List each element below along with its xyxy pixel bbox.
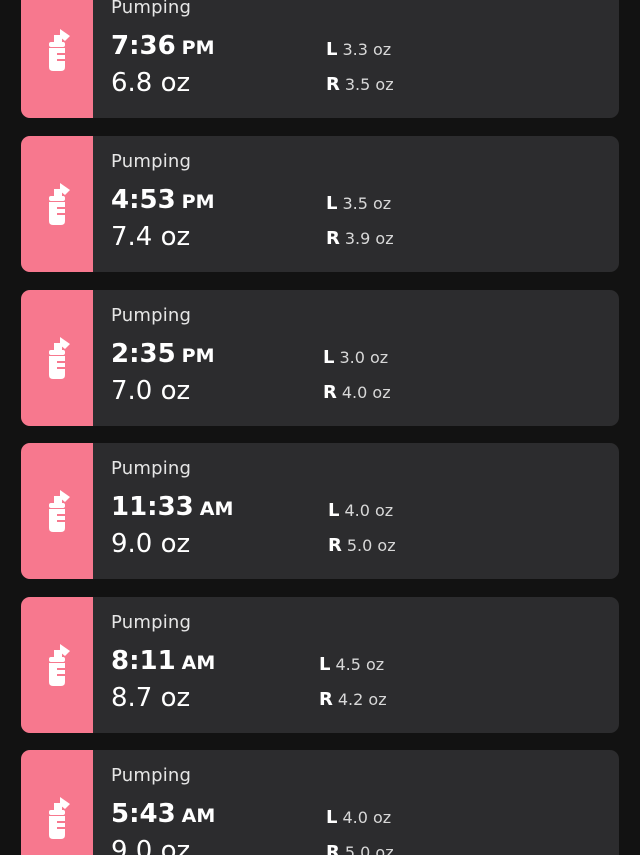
entry-time-meridiem: AM (199, 498, 234, 520)
entry-time-value: 8:11 (111, 646, 176, 676)
entry-total-volume: 7.0 oz (111, 376, 191, 406)
entry-time-meridiem: PM (181, 37, 215, 59)
entry-icon-panel (21, 136, 93, 272)
left-side-value: 4.5 oz (335, 655, 385, 674)
left-side-value: 3.0 oz (339, 348, 389, 367)
entry-type-label: Pumping (111, 765, 192, 786)
left-side-volume: L 4.5 oz (319, 654, 384, 675)
right-side-value: 5.0 oz (344, 843, 394, 855)
entry-total-volume: 6.8 oz (111, 68, 191, 98)
pumping-entry-card[interactable]: Pumping 4:53 PM 7.4 oz L 3.5 oz R 3.9 oz (21, 136, 619, 272)
right-side-volume: R 4.2 oz (319, 689, 387, 710)
breast-pump-icon (49, 490, 70, 532)
entry-body: Pumping 5:43 AM 9.0 oz L 4.0 oz R 5.0 oz (93, 750, 619, 855)
entry-time-value: 7:36 (111, 31, 176, 61)
right-side-label: R (328, 535, 342, 556)
entry-time-value: 4:53 (111, 185, 176, 215)
right-side-volume: R 3.9 oz (326, 228, 394, 249)
right-side-label: R (326, 842, 340, 855)
right-side-volume: R 5.0 oz (326, 842, 394, 855)
entry-time-value: 2:35 (111, 339, 176, 369)
right-side-value: 4.0 oz (341, 383, 391, 402)
pumping-log-feed: Pumping 7:36 PM 6.8 oz L 3.3 oz R 3.5 oz Pu… (0, 0, 640, 855)
right-side-label: R (326, 74, 340, 95)
left-side-volume: L 3.3 oz (326, 39, 391, 60)
left-side-value: 4.0 oz (344, 501, 394, 520)
pumping-entry-card[interactable]: Pumping 5:43 AM 9.0 oz L 4.0 oz R 5.0 oz (21, 750, 619, 855)
entry-total-volume: 7.4 oz (111, 222, 191, 252)
entry-icon-panel (21, 0, 93, 118)
entry-icon-panel (21, 597, 93, 733)
entry-time-meridiem: AM (181, 805, 216, 827)
pumping-entry-card[interactable]: Pumping 8:11 AM 8.7 oz L 4.5 oz R 4.2 oz (21, 597, 619, 733)
entry-total-volume: 9.0 oz (111, 529, 191, 559)
entry-icon-panel (21, 443, 93, 579)
entry-time: 5:43 AM (111, 799, 215, 829)
entry-time: 2:35 PM (111, 339, 215, 369)
entry-time-value: 11:33 (111, 492, 194, 522)
entry-body: Pumping 4:53 PM 7.4 oz L 3.5 oz R 3.9 oz (93, 136, 619, 272)
right-side-volume: R 5.0 oz (328, 535, 396, 556)
entry-type-label: Pumping (111, 0, 192, 18)
left-side-label: L (326, 807, 338, 828)
pumping-entry-card[interactable]: Pumping 11:33 AM 9.0 oz L 4.0 oz R 5.0 oz (21, 443, 619, 579)
left-side-label: L (323, 347, 335, 368)
entry-total-volume: 8.7 oz (111, 683, 191, 713)
left-side-value: 3.3 oz (342, 40, 392, 59)
entry-type-label: Pumping (111, 612, 192, 633)
entry-icon-panel (21, 750, 93, 855)
pumping-entry-card[interactable]: Pumping 7:36 PM 6.8 oz L 3.3 oz R 3.5 oz (21, 0, 619, 118)
entry-type-label: Pumping (111, 305, 192, 326)
entry-time-meridiem: PM (181, 191, 215, 213)
entry-type-label: Pumping (111, 458, 192, 479)
left-side-value: 4.0 oz (342, 808, 392, 827)
right-side-value: 5.0 oz (346, 536, 396, 555)
entry-total-volume: 9.0 oz (111, 836, 191, 855)
left-side-value: 3.5 oz (342, 194, 392, 213)
left-side-volume: L 3.5 oz (326, 193, 391, 214)
entry-time-meridiem: AM (181, 652, 216, 674)
breast-pump-icon (49, 29, 70, 71)
right-side-label: R (323, 382, 337, 403)
breast-pump-icon (49, 797, 70, 839)
right-side-volume: R 4.0 oz (323, 382, 391, 403)
entry-icon-panel (21, 290, 93, 426)
entry-time: 7:36 PM (111, 31, 215, 61)
entry-type-label: Pumping (111, 151, 192, 172)
right-side-value: 3.9 oz (344, 229, 394, 248)
left-side-label: L (319, 654, 331, 675)
right-side-label: R (326, 228, 340, 249)
left-side-volume: L 4.0 oz (326, 807, 391, 828)
right-side-value: 3.5 oz (344, 75, 394, 94)
left-side-label: L (328, 500, 340, 521)
breast-pump-icon (49, 183, 70, 225)
entry-time: 4:53 PM (111, 185, 215, 215)
entry-time: 8:11 AM (111, 646, 215, 676)
entry-time-value: 5:43 (111, 799, 176, 829)
entry-body: Pumping 8:11 AM 8.7 oz L 4.5 oz R 4.2 oz (93, 597, 619, 733)
entry-time: 11:33 AM (111, 492, 233, 522)
entry-body: Pumping 2:35 PM 7.0 oz L 3.0 oz R 4.0 oz (93, 290, 619, 426)
left-side-label: L (326, 193, 338, 214)
right-side-value: 4.2 oz (337, 690, 387, 709)
left-side-volume: L 4.0 oz (328, 500, 393, 521)
entry-body: Pumping 7:36 PM 6.8 oz L 3.3 oz R 3.5 oz (93, 0, 619, 118)
breast-pump-icon (49, 337, 70, 379)
left-side-volume: L 3.0 oz (323, 347, 388, 368)
breast-pump-icon (49, 644, 70, 686)
entry-body: Pumping 11:33 AM 9.0 oz L 4.0 oz R 5.0 oz (93, 443, 619, 579)
left-side-label: L (326, 39, 338, 60)
right-side-label: R (319, 689, 333, 710)
pumping-entry-card[interactable]: Pumping 2:35 PM 7.0 oz L 3.0 oz R 4.0 oz (21, 290, 619, 426)
right-side-volume: R 3.5 oz (326, 74, 394, 95)
entry-time-meridiem: PM (181, 345, 215, 367)
